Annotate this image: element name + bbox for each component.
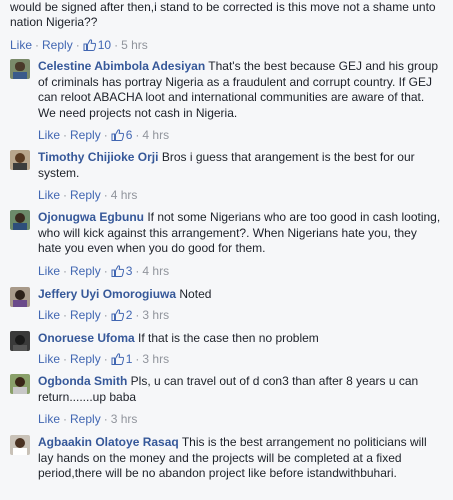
timestamp[interactable]: 4 hrs — [142, 264, 169, 278]
comment-body: Jeffery Uyi Omorogiuwa Noted — [38, 287, 442, 303]
comment-body: Ogbonda Smith Pls, u can travel out of d… — [38, 374, 442, 405]
reply-link[interactable]: Reply — [70, 412, 101, 426]
avatar[interactable] — [10, 374, 30, 394]
comment-body: Onoruese Ufoma If that is the case then … — [38, 331, 442, 347]
avatar[interactable] — [10, 435, 30, 455]
avatar[interactable] — [10, 210, 30, 230]
like-link[interactable]: Like — [38, 128, 60, 142]
like-link[interactable]: Like — [38, 188, 60, 202]
commenter-name[interactable]: Ojonugwa Egbunu — [38, 210, 144, 224]
thumbs-up-icon — [83, 39, 96, 51]
thumbs-up-icon — [111, 309, 124, 321]
commenter-name[interactable]: Jeffery Uyi Omorogiuwa — [38, 287, 176, 301]
comment-actions: Like · Reply · 1 · 3 hrs — [38, 352, 170, 366]
commenter-name[interactable]: Onoruese Ufoma — [38, 331, 135, 345]
avatar[interactable] — [10, 287, 30, 307]
comment-actions: Like · Reply · 2 · 3 hrs — [38, 308, 170, 322]
commenter-name[interactable]: Ogbonda Smith — [38, 374, 127, 388]
avatar[interactable] — [10, 150, 30, 170]
timestamp[interactable]: 5 hrs — [121, 38, 148, 52]
comment-actions: Like · Reply · 4 hrs — [38, 188, 138, 202]
commenter-name[interactable]: Celestine Abimbola Adesiyan — [38, 59, 205, 73]
comment-actions: Like · Reply · 6 · 4 hrs — [38, 128, 170, 142]
like-link[interactable]: Like — [38, 264, 60, 278]
like-link[interactable]: Like — [38, 412, 60, 426]
reply-link[interactable]: Reply — [42, 38, 73, 52]
reply-link[interactable]: Reply — [70, 128, 101, 142]
like-link[interactable]: Like — [38, 308, 60, 322]
like-count[interactable]: 10 — [98, 38, 111, 52]
commenter-name[interactable]: Timothy Chijioke Orji — [38, 150, 158, 164]
comment-text: Noted — [179, 287, 212, 301]
comment-text: would be signed after then,i stand to be… — [10, 0, 436, 29]
avatar[interactable] — [10, 331, 30, 351]
comment-actions: Like · Reply · 10 · 5 hrs — [10, 38, 148, 52]
commenter-name[interactable]: Agbaakin Olatoye Rasaq — [38, 435, 179, 449]
comment-text: If that is the case then no problem — [138, 331, 319, 345]
timestamp[interactable]: 3 hrs — [142, 308, 169, 322]
thumbs-up-icon — [111, 265, 124, 277]
reply-link[interactable]: Reply — [70, 308, 101, 322]
like-link[interactable]: Like — [38, 352, 60, 366]
reply-link[interactable]: Reply — [70, 264, 101, 278]
timestamp[interactable]: 3 hrs — [111, 412, 138, 426]
comment-body: Agbaakin Olatoye Rasaq This is the best … — [38, 435, 442, 482]
comment-body: Celestine Abimbola Adesiyan That's the b… — [38, 59, 442, 121]
timestamp[interactable]: 3 hrs — [142, 352, 169, 366]
thumbs-up-icon — [111, 353, 124, 365]
avatar[interactable] — [10, 59, 30, 79]
thumbs-up-icon — [111, 129, 124, 141]
timestamp[interactable]: 4 hrs — [142, 128, 169, 142]
comment-actions: Like · Reply · 3 hrs — [38, 412, 138, 426]
like-link[interactable]: Like — [10, 38, 32, 52]
comment-actions: Like · Reply · 3 · 4 hrs — [38, 264, 170, 278]
comment-body: Timothy Chijioke Orji Bros i guess that … — [38, 150, 442, 181]
reply-link[interactable]: Reply — [70, 188, 101, 202]
reply-link[interactable]: Reply — [70, 352, 101, 366]
timestamp[interactable]: 4 hrs — [111, 188, 138, 202]
comment-body: Ojonugwa Egbunu If not some Nigerians wh… — [38, 210, 442, 257]
